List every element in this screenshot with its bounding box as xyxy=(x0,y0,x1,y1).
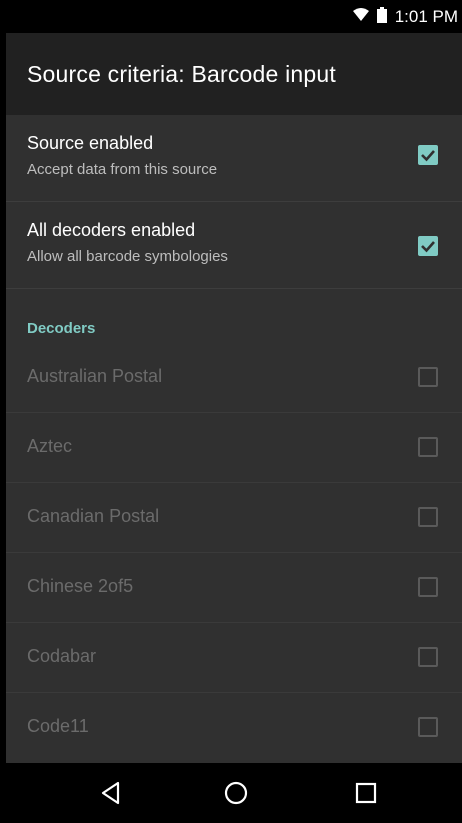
decoder-item-canadian-postal[interactable]: Canadian Postal xyxy=(6,482,462,553)
pref-all-decoders-enabled[interactable]: All decoders enabled Allow all barcode s… xyxy=(6,202,462,289)
source-enabled-checkbox[interactable] xyxy=(418,145,438,165)
pref-title: Source enabled xyxy=(27,133,154,153)
status-time: 1:01 PM xyxy=(394,7,458,26)
decoder-label: Australian Postal xyxy=(27,366,163,386)
check-icon xyxy=(421,150,435,162)
home-icon[interactable] xyxy=(221,778,251,808)
status-icons: 1:01 PM xyxy=(352,6,458,28)
app-bar: Source criteria: Barcode input xyxy=(6,33,462,115)
decoder-label: Canadian Postal xyxy=(27,506,160,526)
navigation-bar xyxy=(6,763,462,823)
decoder-label: Code11 xyxy=(27,716,89,736)
all-decoders-checkbox[interactable] xyxy=(418,236,438,256)
preferences-list: Source enabled Accept data from this sou… xyxy=(6,115,462,763)
decoder-checkbox[interactable] xyxy=(418,367,438,387)
decoder-checkbox[interactable] xyxy=(418,647,438,667)
page-title: Source criteria: Barcode input xyxy=(27,61,336,87)
decoder-item-australian-postal[interactable]: Australian Postal xyxy=(6,342,462,413)
recents-icon[interactable] xyxy=(351,778,381,808)
pref-source-enabled[interactable]: Source enabled Accept data from this sou… xyxy=(6,115,462,202)
check-icon xyxy=(421,241,435,253)
decoder-item-code11[interactable]: Code11 xyxy=(6,692,462,762)
decoder-label: Chinese 2of5 xyxy=(27,576,134,596)
pref-title: All decoders enabled xyxy=(27,220,196,240)
decoder-checkbox[interactable] xyxy=(418,577,438,597)
category-decoders: Decoders xyxy=(27,320,96,337)
battery-icon xyxy=(376,6,387,28)
pref-summary: Allow all barcode symbologies xyxy=(27,248,228,265)
wifi-icon xyxy=(352,7,369,27)
decoder-item-codabar[interactable]: Codabar xyxy=(6,622,462,693)
back-icon[interactable] xyxy=(96,778,126,808)
status-bar: 1:01 PM xyxy=(6,0,462,33)
decoder-label: Codabar xyxy=(27,646,97,666)
decoder-item-chinese-2of5[interactable]: Chinese 2of5 xyxy=(6,552,462,623)
pref-summary: Accept data from this source xyxy=(27,161,218,178)
decoder-checkbox[interactable] xyxy=(418,507,438,527)
decoder-checkbox[interactable] xyxy=(418,717,438,737)
decoder-checkbox[interactable] xyxy=(418,437,438,457)
decoder-label: Aztec xyxy=(27,436,73,456)
decoder-item-aztec[interactable]: Aztec xyxy=(6,412,462,483)
screen: 1:01 PM Source criteria: Barcode input S… xyxy=(0,0,462,823)
